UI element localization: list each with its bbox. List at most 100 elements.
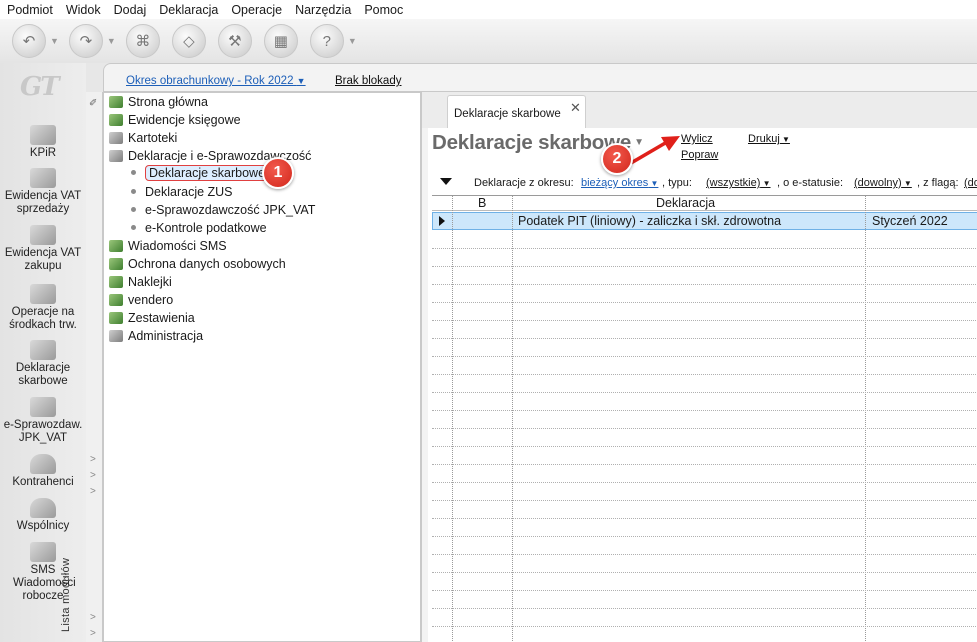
menu-operacje[interactable]: Operacje [224,3,288,17]
tree-item-label: Deklaracje ZUS [145,185,233,199]
close-icon[interactable]: ✕ [570,100,581,116]
tree-item-e-kontrole[interactable]: e-Kontrole podatkowe [131,221,267,235]
tree-item-administracja[interactable]: Administracja [109,329,203,343]
menu-podmiot[interactable]: Podmiot [0,3,59,17]
lock-status-link[interactable]: Brak blokady [335,75,401,87]
drukuj-button[interactable]: Drukuj ▼ [748,133,790,145]
forward-icon[interactable]: ↷ [68,24,103,58]
nav-label: Kontrahenci [12,476,74,488]
tree-item-label: Kartoteki [128,131,178,145]
form-icon [109,150,123,162]
vendero-icon [109,294,123,306]
tree-item-deklaracje-skarbowe[interactable]: Deklaracje skarbowe [131,165,270,181]
tree-item-naklejki[interactable]: Naklejki [109,275,172,289]
tree-item-ochrona-danych[interactable]: Ochrona danych osobowych [109,257,286,271]
help-icon[interactable]: ? [309,24,344,58]
sms-icon [109,240,123,252]
nav-sms[interactable]: SMS Wiadomości robocze [0,542,86,603]
chevron-right-icon[interactable]: > [90,612,96,623]
calculator-icon[interactable]: ▦ [263,24,298,58]
filter-status-select[interactable]: (dowolny) ▼ [854,177,912,189]
nav-label: Deklaracje skarbowe [15,362,71,387]
tab-label: Deklaracje skarbowe [454,108,561,120]
tree-item-label: Strona główna [128,95,208,109]
nav-label: Wspólnicy [16,520,70,532]
nav-srodki-trwale[interactable]: Operacje na środkach trw. [0,284,86,332]
chevron-right-icon[interactable]: > [90,454,96,465]
tree-item-kartoteki[interactable]: Kartoteki [109,131,177,145]
tab-deklaracje-skarbowe[interactable]: Deklaracje skarbowe ✕ [447,95,586,129]
pin-icon[interactable]: ✐ [89,98,97,109]
grid-row-divider [432,554,977,555]
nav-vat-sprzedazy[interactable]: Ewidencja VAT sprzedaży [0,168,86,216]
wylicz-button[interactable]: Wylicz [681,133,713,145]
chevron-down-icon[interactable]: ▼ [348,36,357,46]
tree-item-strona-glowna[interactable]: Strona główna [109,95,208,109]
coins-icon [30,225,56,245]
filter-flag-select[interactable]: (do [964,177,977,189]
menu-widok[interactable]: Widok [59,3,107,17]
menu-narzedzia[interactable]: Narzędzia [288,3,357,17]
nav-kpir[interactable]: KPiR [0,125,86,160]
grid-row-divider [432,608,977,609]
bullet-icon [131,225,136,230]
tree-item-vendero[interactable]: vendero [109,293,173,307]
tree-item-jpk-vat[interactable]: e-Sprawozdawczość JPK_VAT [131,203,315,217]
back-icon[interactable]: ↶ [12,24,46,58]
person-icon [30,454,56,474]
tree-item-label: Administracja [128,329,204,343]
chevron-down-icon: ▼ [296,76,306,86]
tree-item-zestawienia[interactable]: Zestawienia [109,311,195,325]
menu-deklaracja[interactable]: Deklaracja [152,3,224,17]
tree-item-ewidencje[interactable]: Ewidencje księgowe [109,113,241,127]
module-list-strip[interactable]: ✐ > > > > > Lista modułów [60,92,103,642]
collapse-icon[interactable] [440,178,452,185]
tab-strip: Deklaracje skarbowe ✕ [422,92,977,129]
filter-period-select[interactable]: bieżący okres ▼ [581,177,658,189]
declarations-grid: B Deklaracja Podatek PIT (liniowy) - zal… [432,195,977,642]
tree-item-label: Naklejki [128,275,172,289]
grid-row-divider [432,302,977,303]
table-row[interactable]: Podatek PIT (liniowy) - zaliczka i skł. … [432,212,977,230]
grid-row-divider [432,428,977,429]
shield-icon [109,258,123,270]
nav-vat-zakupu[interactable]: Ewidencja VAT zakupu [0,225,86,273]
nav-wspolnicy[interactable]: Wspólnicy [0,498,86,533]
chevron-right-icon[interactable]: > [90,470,96,481]
grid-row-divider [432,590,977,591]
column-header-b[interactable]: B [478,196,486,210]
grid-row-divider [432,464,977,465]
people-icon [30,498,56,518]
chevron-right-icon[interactable]: > [90,628,96,639]
chevron-right-icon[interactable]: > [90,486,96,497]
menu-pomoc[interactable]: Pomoc [357,3,409,17]
ledger-icon [109,114,123,126]
period-selector[interactable]: Okres obrachunkowy - Rok 2022 ▼ [126,75,306,87]
tree-item-label: e-Sprawozdawczość JPK_VAT [145,203,316,217]
chevron-down-icon[interactable]: ▼ [50,36,59,46]
grid-row-divider [432,338,977,339]
chevron-down-icon[interactable]: ▼ [107,36,116,46]
tree-item-sms[interactable]: Wiadomości SMS [109,239,227,253]
menu-dodaj[interactable]: Dodaj [107,3,153,17]
filter-period-label: Deklaracje z okresu: [474,177,574,189]
tree-item-label: Wiadomości SMS [128,239,227,253]
grid-row-divider [432,626,977,627]
nav-deklaracje-skarbowe[interactable]: Deklaracje skarbowe [0,340,86,388]
chevron-down-icon: ▼ [779,135,790,144]
filter-type-select[interactable]: (wszystkie) ▼ [706,177,771,189]
report-icon [109,312,123,324]
popraw-button[interactable]: Popraw [681,149,718,161]
nav-kontrahenci[interactable]: Kontrahenci [0,454,86,489]
grid-row-divider [432,482,977,483]
tools-icon[interactable]: ⚒ [217,24,252,58]
eraser-icon[interactable]: ◇ [171,24,206,58]
column-header-deklaracja[interactable]: Deklaracja [656,196,715,210]
stamp-icon[interactable]: ⌘ [125,24,160,58]
tree-item-label: vendero [128,293,174,307]
nav-label: Ewidencja VAT sprzedaży [4,190,82,215]
nav-label: Operacje na środkach trw. [9,306,77,331]
grid-row-divider [432,536,977,537]
tree-item-deklaracje-zus[interactable]: Deklaracje ZUS [131,185,233,199]
nav-jpk-vat[interactable]: e-Sprawozdaw. JPK_VAT [0,397,86,445]
